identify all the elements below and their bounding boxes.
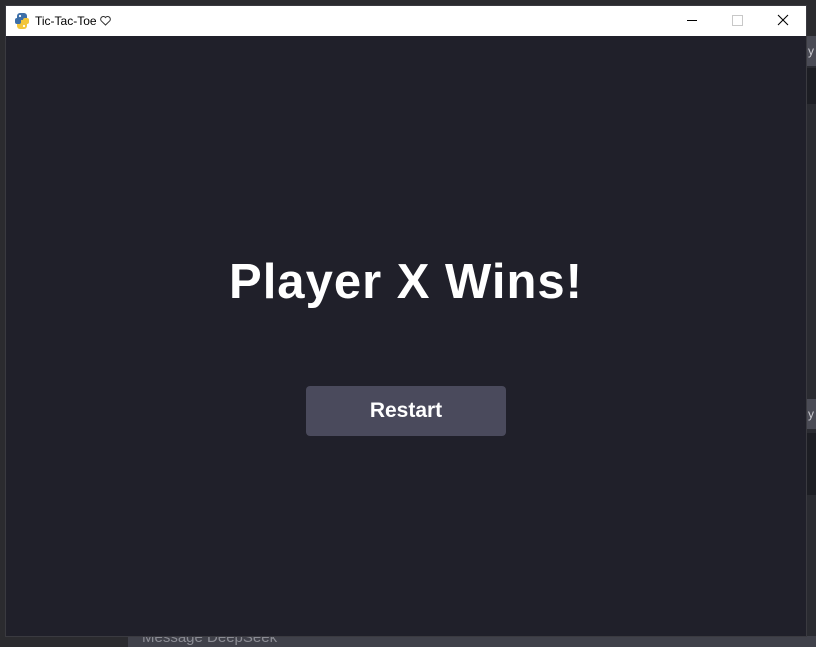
background-block-2 [806, 433, 816, 495]
winner-message: Player X Wins! [229, 255, 583, 309]
background-tab-2: y [806, 399, 816, 429]
python-icon [15, 13, 29, 29]
window-title: Tic-Tac-Toe [35, 6, 111, 36]
close-button[interactable] [760, 6, 806, 36]
background-chat-input: Message DeepSeek [128, 636, 816, 647]
close-icon [777, 14, 789, 26]
background-window-edge [806, 36, 816, 636]
background-tab-1: y [806, 36, 816, 66]
title-bar[interactable]: Tic-Tac-Toe [6, 6, 806, 36]
heart-icon [99, 16, 111, 26]
maximize-icon [732, 15, 743, 26]
window-title-label: Tic-Tac-Toe [35, 14, 97, 28]
game-canvas: Player X Wins! Restart [6, 36, 806, 636]
restart-button[interactable]: Restart [306, 386, 506, 436]
minimize-button[interactable] [669, 6, 715, 36]
background-chat-placeholder: Message DeepSeek [142, 636, 278, 646]
background-desktop [0, 636, 128, 647]
background-block-1 [806, 68, 816, 104]
game-window: Tic-Tac-Toe Player X Wins! Restart [6, 6, 806, 636]
minimize-icon [687, 20, 697, 21]
maximize-button[interactable] [714, 6, 760, 36]
